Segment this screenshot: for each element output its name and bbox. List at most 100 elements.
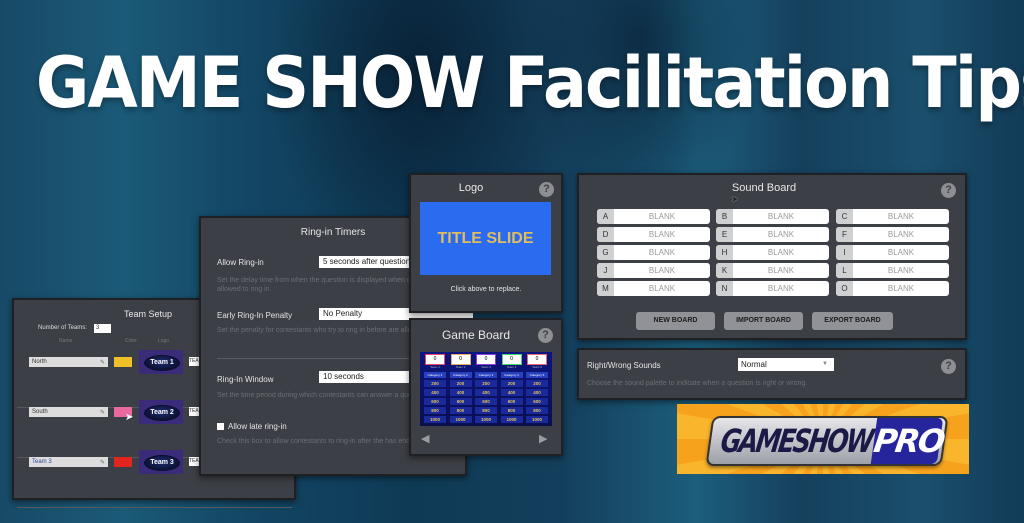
export-board-button[interactable]: EXPORT BOARD	[812, 312, 893, 330]
sound-key-h[interactable]: H BLANK	[716, 245, 829, 260]
sound-key-letter: H	[716, 245, 733, 260]
question-cell: 400	[526, 389, 548, 396]
help-icon[interactable]: ?	[941, 183, 956, 198]
team-name-input[interactable]: South ✎	[29, 407, 108, 417]
game-board-panel: Game Board ? 0 Team 1 Category 1 200 400 600 8…	[409, 318, 563, 456]
sound-key-k[interactable]: K BLANK	[716, 263, 829, 278]
sound-key-g[interactable]: G BLANK	[597, 245, 710, 260]
sound-key-l[interactable]: L BLANK	[836, 263, 949, 278]
sound-key-i[interactable]: I BLANK	[836, 245, 949, 260]
team-name-text: North	[32, 359, 47, 365]
question-cell: 600	[500, 398, 523, 405]
question-cell: 800	[500, 407, 523, 414]
team-score: 0	[476, 354, 496, 365]
question-cell: 400	[500, 389, 523, 396]
question-cell: 600	[526, 398, 548, 405]
sound-key-d[interactable]: D BLANK	[597, 227, 710, 242]
sound-key-n[interactable]: N BLANK	[716, 281, 829, 296]
question-cell: 200	[424, 380, 446, 387]
category-label: Category 5	[526, 372, 548, 378]
sound-key-a[interactable]: A BLANK	[597, 209, 710, 224]
edit-icon[interactable]: ✎	[100, 358, 105, 368]
logo-image[interactable]: TITLE SLIDE	[420, 202, 551, 275]
sound-key-label: BLANK	[767, 266, 795, 275]
edit-icon[interactable]: ✎	[100, 408, 105, 418]
sound-key-label: BLANK	[648, 248, 676, 257]
brand-text-gameshow: GAMESHOW	[718, 422, 875, 460]
prev-arrow-icon[interactable]: ◀	[421, 432, 429, 445]
headline-title: GAME SHOW Facilitation Tips	[35, 42, 1024, 124]
game-board-column: 0 Team 5 Category 5 200 400 600 800 1000	[525, 352, 549, 426]
allow-late-ring-in-label: Allow late ring-in	[228, 422, 287, 431]
new-board-button[interactable]: NEW BOARD	[636, 312, 715, 330]
question-cell: 1000	[424, 416, 446, 423]
mouse-cursor-icon: ➤	[731, 194, 739, 204]
category-label: Category 1	[424, 372, 446, 378]
sound-board-panel: Sound Board ? A BLANK B BLANK C BLANK D BLANK E B…	[577, 173, 967, 340]
question-cell: 800	[449, 407, 472, 414]
help-icon[interactable]: ?	[538, 328, 553, 343]
sound-key-m[interactable]: M BLANK	[597, 281, 710, 296]
gameshow-pro-logo: GAMESHOW PRO	[677, 404, 969, 474]
edit-icon[interactable]: ✎	[100, 458, 105, 468]
early-penalty-label: Early Ring-In Penalty	[217, 311, 293, 320]
game-board-preview[interactable]: 0 Team 1 Category 1 200 400 600 800 1000 0 Team 2…	[420, 352, 552, 426]
sound-key-letter: G	[597, 245, 614, 260]
game-board-column: 0 Team 1 Category 1 200 400 600 800 1000	[423, 352, 447, 426]
team-logo[interactable]: Team 3	[139, 450, 183, 474]
sound-key-label: BLANK	[648, 230, 676, 239]
help-icon[interactable]: ?	[539, 182, 554, 197]
sound-key-f[interactable]: F BLANK	[836, 227, 949, 242]
sound-key-e[interactable]: E BLANK	[716, 227, 829, 242]
sound-key-letter: E	[716, 227, 733, 242]
sound-key-c[interactable]: C BLANK	[836, 209, 949, 224]
right-wrong-select[interactable]: Normal ▼	[738, 358, 834, 371]
num-teams-label: Number of Teams:	[38, 325, 87, 331]
sound-key-label: BLANK	[887, 212, 915, 221]
sound-key-b[interactable]: B BLANK	[716, 209, 829, 224]
sound-key-label: BLANK	[648, 284, 676, 293]
team-setup-title: Team Setup	[124, 309, 173, 319]
team-label: Team 1	[430, 365, 440, 369]
help-icon[interactable]: ?	[941, 359, 956, 374]
game-board-column: 0 Team 2 Category 2 200 400 600 800 1000	[449, 352, 473, 426]
team-score: 0	[527, 354, 547, 365]
sound-key-label: BLANK	[767, 212, 795, 221]
question-cell: 1000	[449, 416, 472, 423]
sound-key-label: BLANK	[887, 230, 915, 239]
category-label: Category 2	[449, 372, 472, 378]
logo-hint: Click above to replace.	[450, 286, 522, 293]
team-score: 0	[450, 354, 471, 365]
import-board-button[interactable]: IMPORT BOARD	[724, 312, 803, 330]
sound-key-o[interactable]: O BLANK	[836, 281, 949, 296]
team-logo[interactable]: Team 2	[139, 400, 183, 424]
sound-key-letter: J	[597, 263, 614, 278]
team-score: 0	[501, 354, 522, 365]
question-cell: 800	[475, 407, 497, 414]
game-board-title: Game Board	[441, 328, 511, 342]
team-score: 0	[425, 354, 445, 365]
sound-key-j[interactable]: J BLANK	[597, 263, 710, 278]
question-cell: 800	[424, 407, 446, 414]
team-name-text: South	[32, 409, 48, 415]
team-name-input[interactable]: Team 3 ✎	[29, 457, 108, 467]
sound-key-letter: L	[836, 263, 853, 278]
next-arrow-icon[interactable]: ▶	[539, 432, 547, 445]
num-teams-select[interactable]: 3	[94, 324, 111, 333]
team-color-swatch[interactable]	[114, 457, 132, 467]
question-cell: 200	[526, 380, 548, 387]
logo-panel: Logo ? TITLE SLIDE Click above to replac…	[409, 173, 563, 313]
sound-key-letter: B	[716, 209, 733, 224]
sound-key-letter: N	[716, 281, 733, 296]
sound-key-letter: D	[597, 227, 614, 242]
question-cell: 200	[449, 380, 472, 387]
sound-key-label: BLANK	[648, 266, 676, 275]
team-name-input[interactable]: North ✎	[29, 357, 108, 367]
team-color-swatch[interactable]	[114, 357, 132, 367]
allow-late-ring-in-checkbox[interactable]	[217, 423, 224, 430]
sound-key-label: BLANK	[648, 212, 676, 221]
sound-key-label: BLANK	[767, 230, 795, 239]
sound-key-letter: O	[836, 281, 853, 296]
team-logo[interactable]: Team 1	[139, 350, 183, 374]
logo-title: Logo	[458, 182, 484, 194]
